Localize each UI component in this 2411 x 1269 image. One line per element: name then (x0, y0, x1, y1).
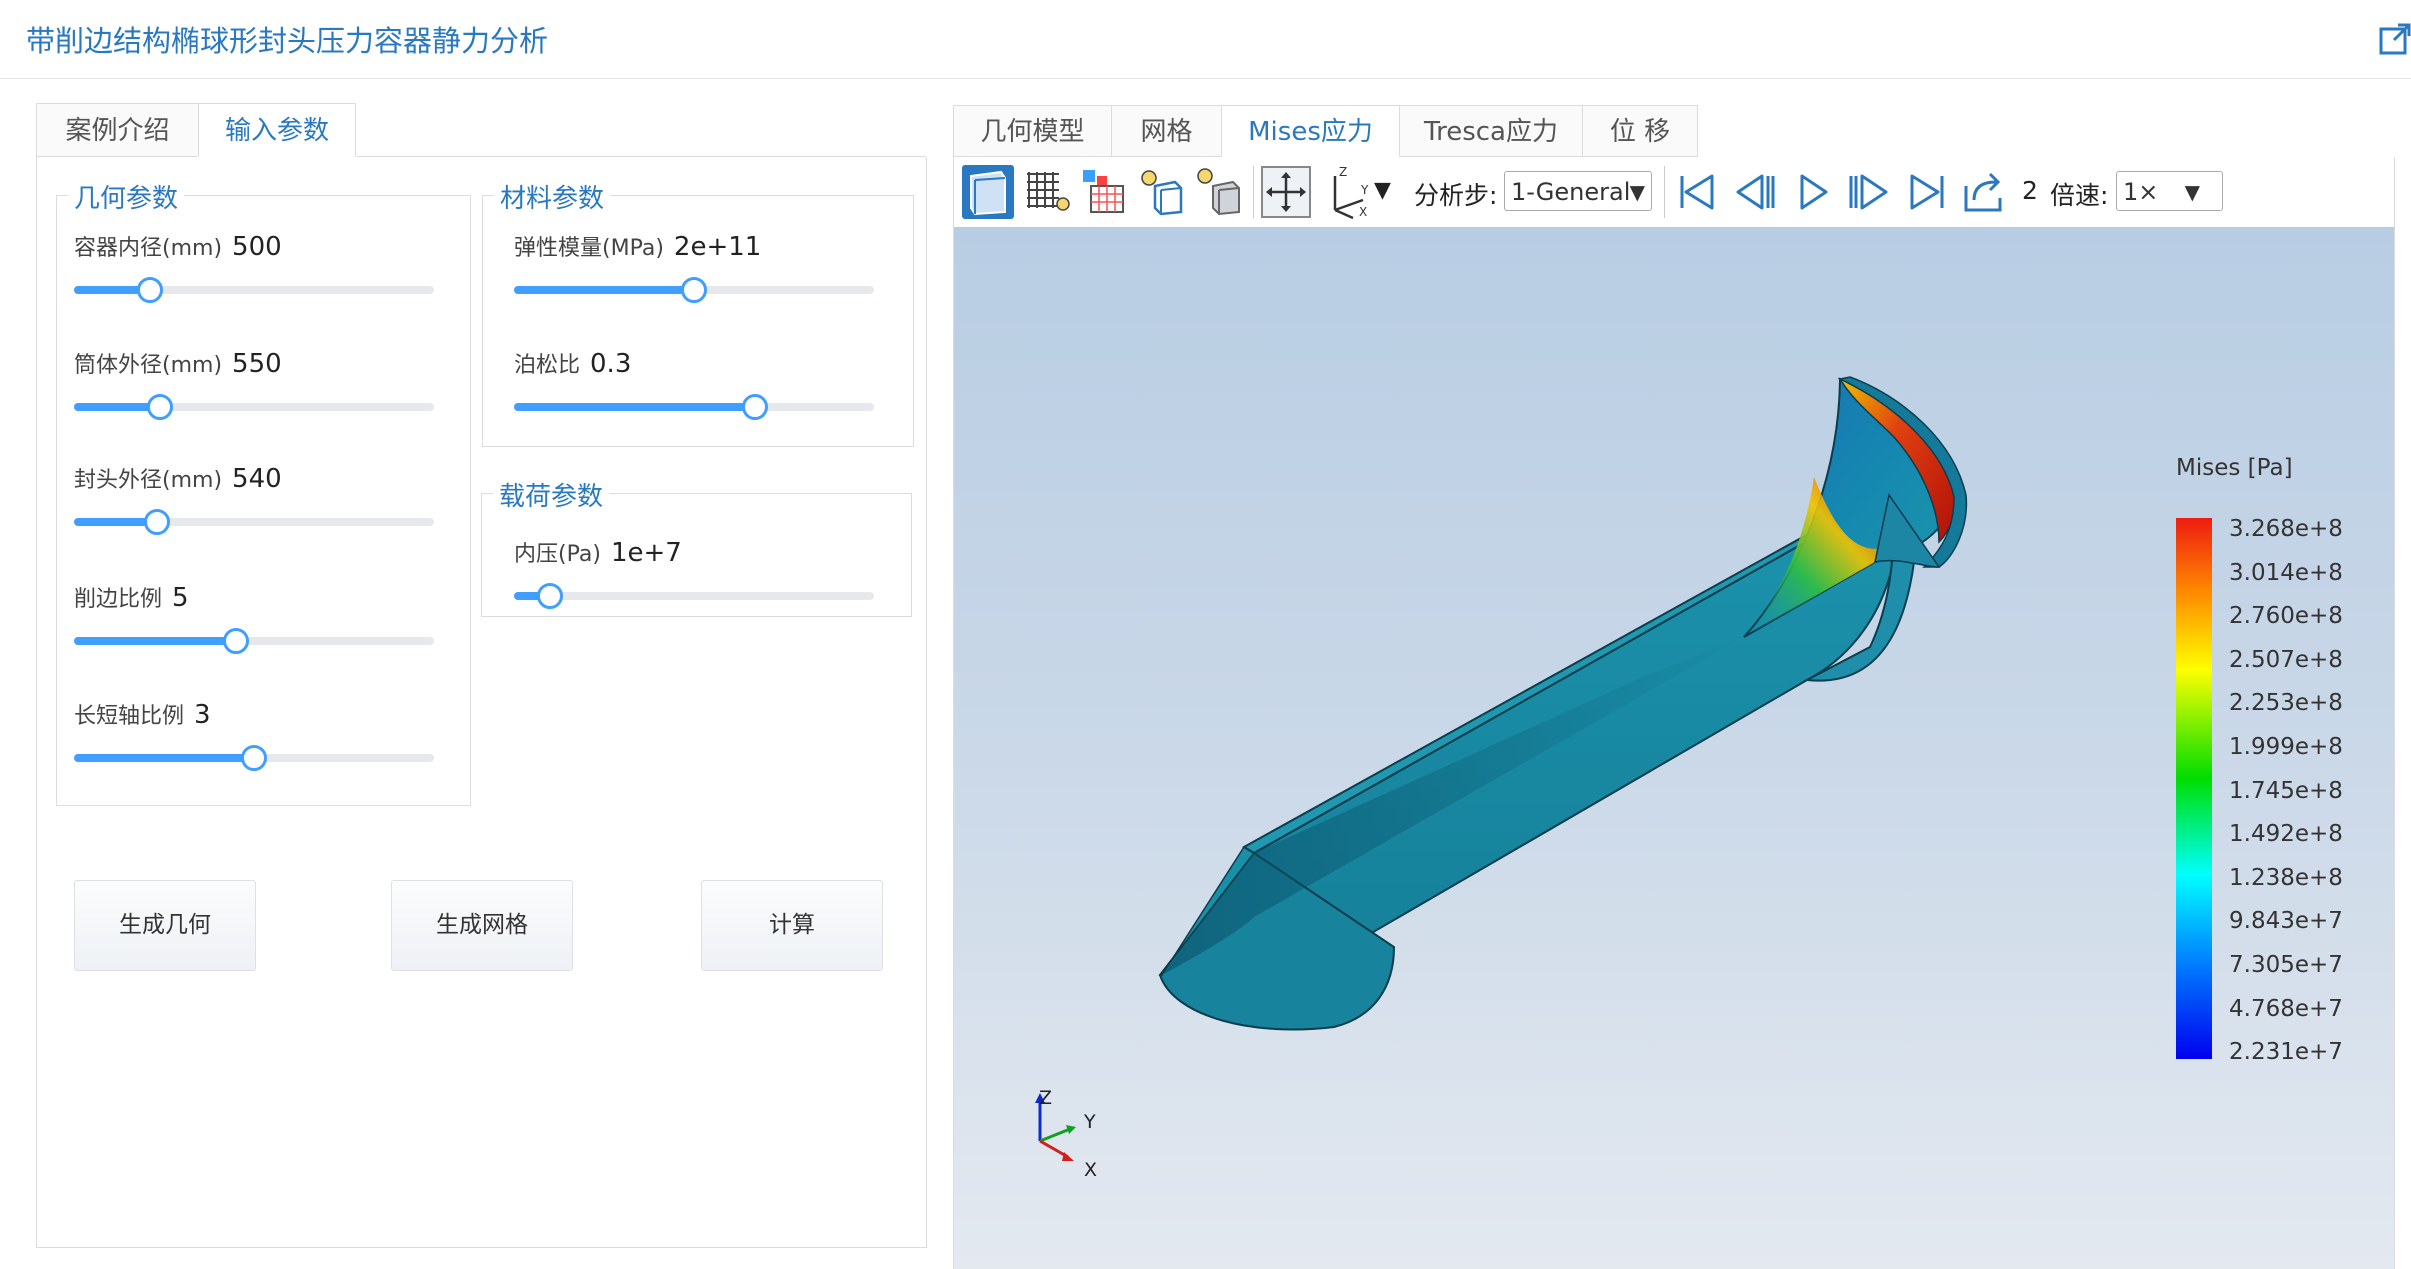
axis-orientation-icon[interactable]: Z Y X (1323, 164, 1377, 220)
svg-text:X: X (1359, 205, 1367, 219)
param-internal-pressure: 内压(Pa) 1e+7 (514, 538, 682, 568)
param-inner-diameter: 容器内径(mm) 500 (74, 232, 282, 262)
slider-thumb[interactable] (742, 394, 769, 420)
legend-value: 9.843e+7 (2229, 908, 2343, 935)
legend-value: 3.268e+8 (2229, 516, 2343, 542)
param-value: 1e+7 (610, 538, 682, 568)
chevron-down-icon: ▼ (1629, 180, 1645, 204)
legend-value: 1.745e+8 (2229, 777, 2343, 804)
legend-colorbar (2176, 518, 2212, 1059)
compute-button[interactable]: 计算 (701, 880, 883, 971)
page-title: 带削边结构椭球形封头压力容器静力分析 (26, 24, 549, 58)
legend-value: 3.014e+8 (2229, 559, 2343, 586)
poisson-ratio-slider[interactable] (514, 394, 874, 420)
chamfer-ratio-slider[interactable] (74, 628, 434, 654)
head-outer-diameter-slider[interactable] (74, 509, 434, 535)
legend-value: 7.305e+7 (2229, 952, 2343, 978)
tab-displacement[interactable]: 位 移 (1582, 105, 1698, 157)
generate-geometry-button[interactable]: 生成几何 (74, 880, 256, 971)
slider-thumb[interactable] (136, 277, 163, 303)
param-value: 550 (232, 349, 282, 379)
wireframe-view-icon[interactable] (1135, 164, 1189, 220)
param-value: 540 (232, 464, 282, 494)
speed-label: 倍速: (2050, 181, 2109, 210)
analysis-step-value: 1-General (1511, 178, 1631, 206)
legend-value: 1.492e+8 (2229, 821, 2343, 848)
load-params-title: 载荷参数 (493, 476, 610, 513)
frame-number: 2 (2022, 176, 2038, 205)
triad-y-label: Y (1084, 1111, 1096, 1133)
export-icon[interactable] (1960, 164, 2008, 220)
tab-mesh[interactable]: 网格 (1111, 105, 1221, 157)
speed-value: 1× (2123, 178, 2159, 206)
first-frame-icon[interactable] (1674, 164, 1720, 220)
param-poisson-ratio: 泊松比 0.3 (514, 349, 632, 379)
triad-z-label: Z (1039, 1087, 1053, 1109)
svg-text:Z: Z (1339, 165, 1347, 179)
external-link-icon[interactable] (2378, 22, 2411, 56)
slider-thumb[interactable] (681, 277, 707, 303)
slider-thumb[interactable] (223, 628, 249, 654)
shaded-view-icon[interactable] (1193, 164, 1247, 220)
tab-mises-stress[interactable]: Mises应力 (1221, 105, 1399, 157)
slider-thumb[interactable] (241, 745, 267, 771)
axis-ratio-slider[interactable] (74, 745, 434, 771)
param-elastic-modulus: 弹性模量(MPa) 2e+11 (514, 232, 762, 262)
legend-value: 1.999e+8 (2229, 734, 2343, 760)
geometry-params-title: 几何参数 (68, 178, 185, 215)
legend-value: 2.253e+8 (2229, 690, 2343, 717)
shell-outer-diameter-slider[interactable] (74, 394, 434, 420)
svg-text:Y: Y (1360, 183, 1369, 197)
play-icon[interactable] (1790, 164, 1836, 220)
tab-input-params[interactable]: 输入参数 (198, 103, 356, 157)
param-value: 5 (172, 583, 189, 613)
param-value: 500 (232, 232, 282, 262)
slider-thumb[interactable] (537, 583, 563, 609)
elastic-modulus-slider[interactable] (514, 277, 874, 303)
legend-value: 4.768e+7 (2229, 995, 2343, 1022)
param-shell-outer-diameter: 筒体外径(mm) 550 (74, 349, 282, 379)
previous-frame-icon[interactable] (1732, 164, 1778, 220)
speed-select[interactable]: 1× ▼ (2116, 171, 2223, 211)
chevron-down-icon[interactable]: ▼ (1374, 178, 1391, 203)
mesh-view-icon[interactable] (1019, 164, 1073, 220)
legend-value: 2.231e+7 (2229, 1039, 2343, 1066)
tab-case-intro[interactable]: 案例介绍 (36, 103, 198, 157)
last-frame-icon[interactable] (1904, 164, 1950, 220)
param-value: 3 (194, 700, 211, 730)
solid-view-icon[interactable] (961, 164, 1015, 220)
toolbar-separator (1253, 166, 1254, 218)
generate-mesh-button[interactable]: 生成网格 (391, 880, 573, 971)
param-head-outer-diameter: 封头外径(mm) 540 (74, 464, 282, 494)
chevron-down-icon: ▼ (2184, 180, 2200, 204)
analysis-step-label: 分析步: (1414, 181, 1498, 210)
colored-mesh-icon[interactable] (1077, 164, 1131, 220)
legend-value: 2.760e+8 (2229, 603, 2343, 630)
tab-geometry-model[interactable]: 几何模型 (953, 105, 1111, 157)
analysis-step-select[interactable]: 1-General ▼ (1504, 171, 1652, 211)
inner-diameter-slider[interactable] (74, 277, 434, 303)
tab-tresca-stress[interactable]: Tresca应力 (1399, 105, 1582, 157)
slider-thumb[interactable] (143, 509, 170, 535)
param-value: 2e+11 (673, 232, 762, 262)
param-value: 0.3 (590, 349, 632, 379)
param-axis-ratio: 长短轴比例 3 (74, 700, 211, 730)
toolbar-separator (1664, 166, 1665, 218)
legend-value: 2.507e+8 (2229, 646, 2343, 673)
legend-value: 1.238e+8 (2229, 864, 2343, 891)
triad-x-label: X (1084, 1159, 1098, 1181)
fit-view-icon[interactable] (1259, 164, 1313, 220)
param-chamfer-ratio: 削边比例 5 (74, 583, 189, 613)
legend-title: Mises [Pa] (2176, 455, 2293, 481)
material-params-title: 材料参数 (494, 178, 611, 215)
internal-pressure-slider[interactable] (514, 583, 874, 609)
next-frame-icon[interactable] (1846, 164, 1892, 220)
